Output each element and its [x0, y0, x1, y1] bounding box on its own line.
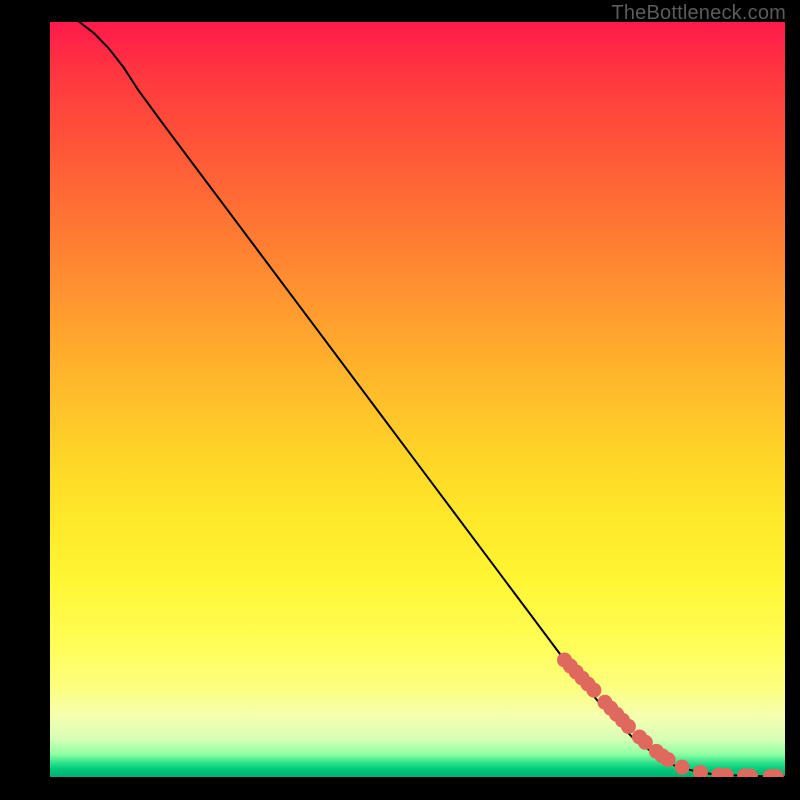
chart-overlay-svg: [50, 22, 785, 777]
data-point: [693, 765, 708, 777]
chart-stage: TheBottleneck.com: [0, 0, 800, 800]
plot-area: [50, 22, 785, 777]
data-point: [661, 752, 676, 767]
watermark-text: TheBottleneck.com: [611, 2, 786, 25]
curve-line: [79, 22, 785, 777]
data-point: [621, 719, 636, 734]
data-point: [586, 683, 601, 698]
highlighted-points: [557, 652, 784, 777]
data-point: [675, 760, 690, 775]
